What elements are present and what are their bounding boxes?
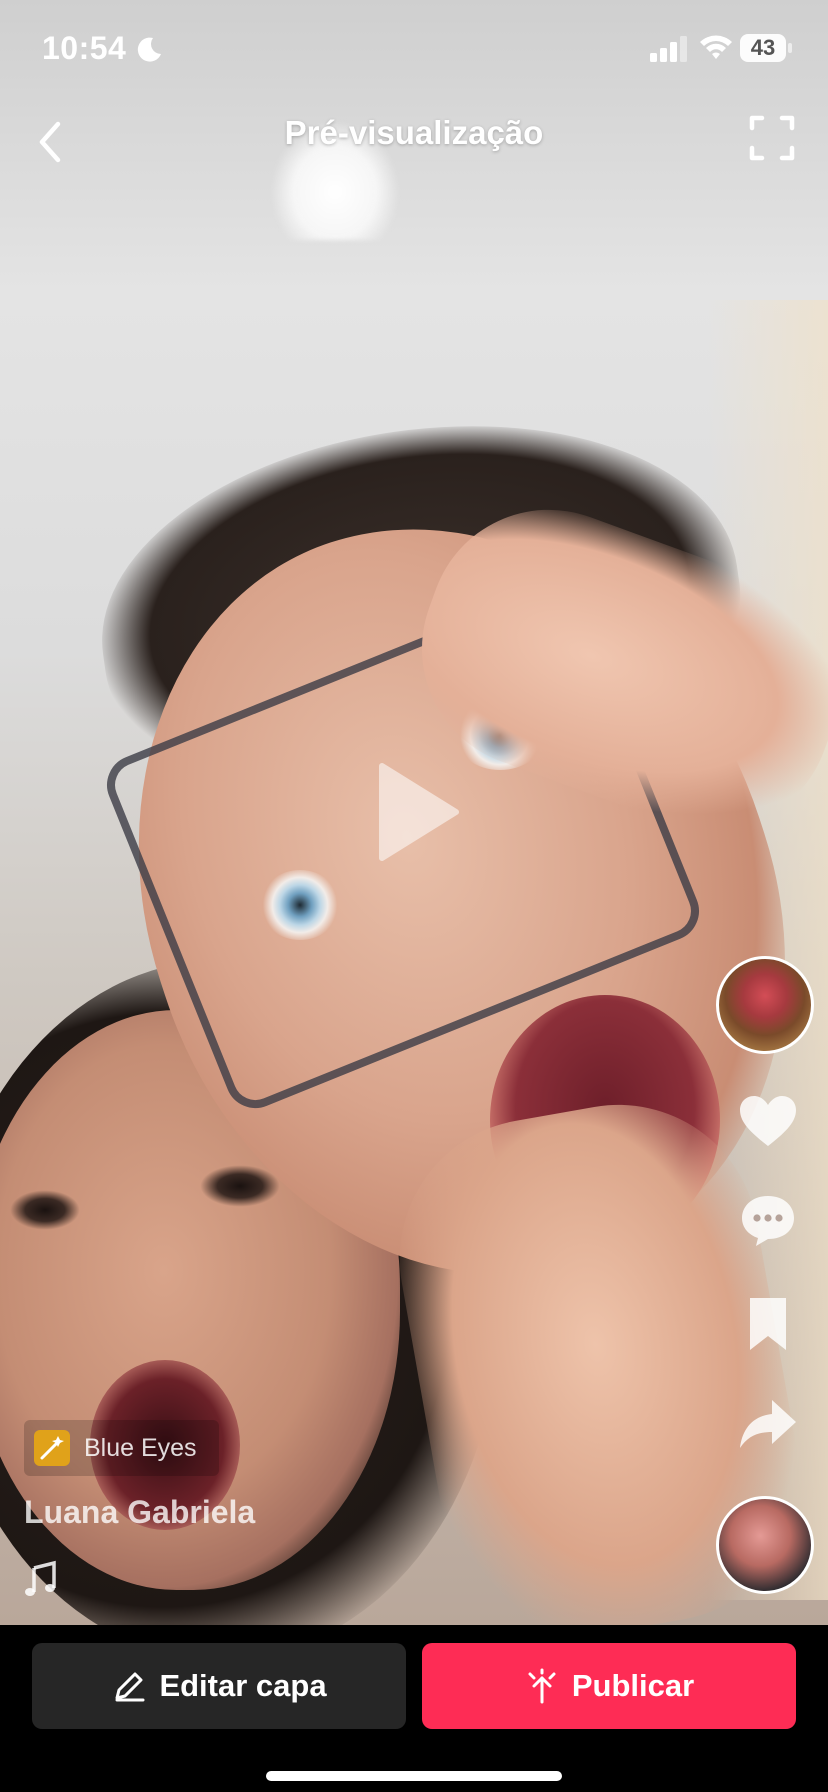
effect-icon bbox=[34, 1430, 70, 1466]
battery-indicator: 43 bbox=[740, 34, 792, 62]
sound-avatar[interactable] bbox=[716, 1496, 814, 1594]
girl-eye bbox=[10, 1190, 80, 1230]
status-bar: 10:54 43 bbox=[0, 0, 828, 100]
play-icon[interactable] bbox=[372, 760, 462, 864]
publish-button[interactable]: Publicar bbox=[422, 1643, 796, 1729]
status-time: 10:54 bbox=[42, 30, 127, 66]
battery-tip bbox=[788, 43, 792, 53]
header: Pré-visualização bbox=[0, 100, 828, 180]
fullscreen-icon[interactable] bbox=[748, 110, 796, 166]
avatar[interactable] bbox=[716, 956, 814, 1054]
sparkle-icon bbox=[528, 1668, 556, 1704]
username[interactable]: Luana Gabriela bbox=[24, 1494, 255, 1531]
publish-label: Publicar bbox=[571, 1668, 695, 1703]
pencil-icon bbox=[115, 1672, 145, 1702]
page-title: Pré-visualização bbox=[284, 114, 544, 151]
music-note-icon bbox=[25, 1560, 56, 1596]
video-preview[interactable] bbox=[0, 0, 828, 1625]
effect-label: Blue Eyes bbox=[84, 1434, 197, 1462]
girl-eye bbox=[200, 1165, 280, 1207]
edit-cover-button[interactable]: Editar capa bbox=[32, 1643, 406, 1729]
moon-icon bbox=[137, 37, 161, 62]
effect-chip[interactable]: Blue Eyes bbox=[24, 1420, 219, 1476]
preview-screen: 10:54 43 Pré-visualização Blue Eyes Luan… bbox=[0, 0, 828, 1792]
home-indicator[interactable] bbox=[266, 1771, 562, 1781]
edit-cover-label: Editar capa bbox=[159, 1668, 327, 1703]
bookmark-icon[interactable] bbox=[738, 1296, 798, 1352]
heart-icon[interactable] bbox=[738, 1094, 798, 1150]
share-icon[interactable] bbox=[738, 1396, 798, 1452]
comment-icon[interactable] bbox=[738, 1192, 798, 1248]
battery-level: 43 bbox=[750, 35, 776, 60]
bottom-bar: Editar capa Publicar bbox=[0, 1625, 828, 1792]
signal-icon bbox=[650, 36, 687, 62]
wifi-icon bbox=[700, 35, 732, 59]
